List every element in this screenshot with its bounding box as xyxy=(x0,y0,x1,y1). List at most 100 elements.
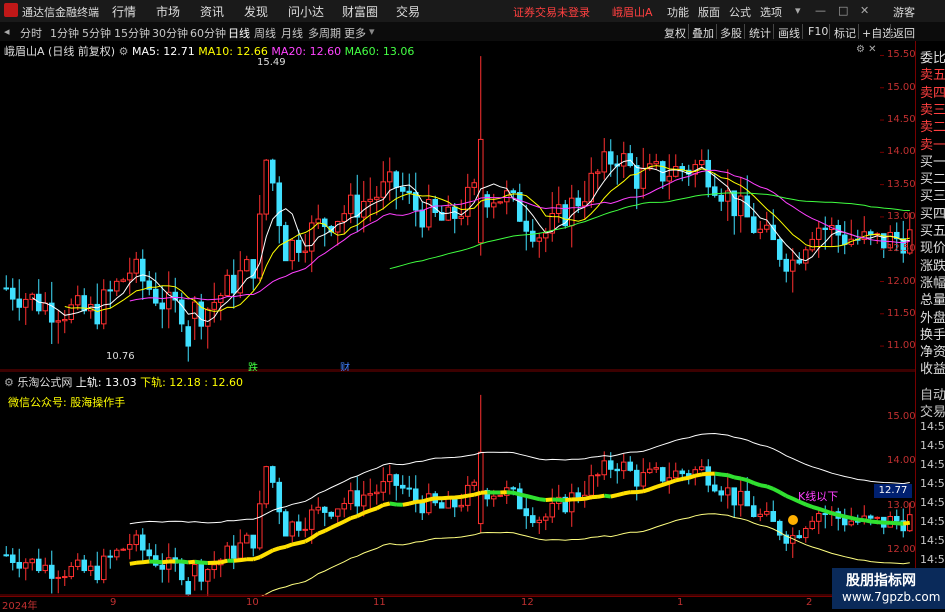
guest-label[interactable]: 游客 xyxy=(893,4,915,20)
side-item[interactable]: 买二 xyxy=(920,168,945,187)
tool-adjust[interactable]: 复权 xyxy=(664,25,686,41)
side-item[interactable]: 收益 xyxy=(920,358,945,377)
side-item[interactable]: 买四 xyxy=(920,203,945,222)
indicator-candle xyxy=(497,494,504,497)
period-weekly[interactable]: 周线 xyxy=(254,25,276,41)
menu-formula[interactable]: 公式 xyxy=(729,4,751,20)
indicator-candle xyxy=(698,466,705,471)
period-more[interactable]: 更多 xyxy=(344,25,366,41)
side-item[interactable]: 外盘 xyxy=(920,307,945,326)
candle xyxy=(347,194,354,215)
period-5min[interactable]: 5分钟 xyxy=(82,25,111,41)
side-item[interactable]: 总量 xyxy=(920,289,945,308)
date-label-feb: 2 xyxy=(806,597,813,608)
side-item[interactable]: 现价 xyxy=(920,237,945,256)
minimize-icon[interactable]: — xyxy=(815,4,826,17)
tool-overlay[interactable]: 叠加 xyxy=(692,25,714,41)
candle xyxy=(516,192,523,222)
candle xyxy=(776,239,783,260)
candle xyxy=(367,198,374,202)
indicator-settings-icon[interactable]: ⚙ xyxy=(4,376,14,389)
date-label-dec: 12 xyxy=(521,597,534,608)
period-monthly[interactable]: 月线 xyxy=(281,25,303,41)
side-item[interactable]: 净资 xyxy=(920,341,945,360)
menu-options[interactable]: 选项 xyxy=(760,4,782,20)
side-item[interactable]: 涨幅 xyxy=(920,272,945,291)
menu-quotes[interactable]: 行情 xyxy=(112,3,136,20)
menu-ask[interactable]: 问小达 xyxy=(288,3,324,20)
indicator-chart[interactable] xyxy=(0,371,915,596)
period-15min[interactable]: 15分钟 xyxy=(114,25,150,41)
candle xyxy=(159,302,166,310)
candle xyxy=(601,151,608,173)
period-tick[interactable]: 分时 xyxy=(20,25,42,41)
candle xyxy=(341,213,348,222)
window-min-icon[interactable]: ▾ xyxy=(795,4,801,17)
indicator-legend: ⚙ 乐淘公式网 上轨: 13.03 下轨: 12.18 : 12.60 xyxy=(4,374,243,390)
tool-f10[interactable]: F10 xyxy=(808,25,828,38)
candle xyxy=(659,161,666,182)
menu-function[interactable]: 功能 xyxy=(667,4,689,20)
period-multi[interactable]: 多周期 xyxy=(308,25,341,41)
menu-layout[interactable]: 版面 xyxy=(698,4,720,20)
candle xyxy=(523,220,530,232)
maximize-icon[interactable]: □ xyxy=(838,4,848,17)
indicator-candle xyxy=(315,506,322,511)
side-item[interactable]: 买五 xyxy=(920,220,945,239)
settings-icon[interactable]: ⚙ xyxy=(119,45,129,58)
close-icon[interactable]: ✕ xyxy=(860,4,869,17)
period-1min[interactable]: 1分钟 xyxy=(50,25,79,41)
side-item[interactable]: 买三 xyxy=(920,185,945,204)
side-item[interactable]: 卖二 xyxy=(920,116,945,135)
menu-trade[interactable]: 交易 xyxy=(396,3,420,20)
candle xyxy=(133,258,140,274)
menu-news[interactable]: 资讯 xyxy=(200,3,224,20)
menu-market[interactable]: 市场 xyxy=(156,3,180,20)
collapse-icon[interactable]: ◂ xyxy=(4,25,10,38)
side-item[interactable]: 卖一 xyxy=(920,134,945,153)
tool-multi-stock[interactable]: 多股 xyxy=(720,25,742,41)
indicator-candle xyxy=(594,474,601,477)
indicator-candle xyxy=(653,467,660,470)
indicator-candle xyxy=(737,490,744,506)
side-item[interactable]: 买一 xyxy=(920,151,945,170)
candle xyxy=(107,289,114,292)
period-60min[interactable]: 60分钟 xyxy=(190,25,226,41)
period-daily[interactable]: 日线 xyxy=(228,25,250,41)
dropdown-icon[interactable]: ▾ xyxy=(369,25,375,38)
candle xyxy=(9,287,16,300)
indicator-candle xyxy=(341,503,348,510)
tool-statistics[interactable]: 统计 xyxy=(749,25,771,41)
candle xyxy=(269,159,276,184)
tool-draw[interactable]: 画线 xyxy=(778,25,800,41)
side-item[interactable]: 卖五 xyxy=(920,64,945,83)
candle xyxy=(295,239,302,253)
tool-add-watchlist[interactable]: +自选 xyxy=(862,25,893,41)
quote-side-panel: 委比 卖五 卖四 卖三 卖二 卖一 买一 买二 买三 买四 买五 现价 涨跌 涨幅 总量 外盘 换手 净资 收益 自动… xyxy=(915,41,945,609)
indicator-candle xyxy=(16,561,23,569)
menu-discover[interactable]: 发现 xyxy=(244,3,268,20)
side-item[interactable]: 卖四 xyxy=(920,82,945,101)
candle xyxy=(763,224,770,230)
indicator-candle xyxy=(848,520,855,526)
indicator-candle xyxy=(178,562,185,581)
side-item[interactable]: 卖三 xyxy=(920,99,945,118)
indicator-candle xyxy=(211,564,218,571)
tool-mark[interactable]: 标记 xyxy=(834,25,856,41)
indicator-candle xyxy=(113,549,120,558)
chart-close-icon[interactable]: ⚙ ✕ xyxy=(856,44,877,55)
login-warning[interactable]: 证券交易未登录 xyxy=(513,4,590,20)
side-item[interactable]: 涨跌 xyxy=(920,255,945,274)
indicator-candle xyxy=(614,468,621,472)
watermark-title: 股朋指标网 xyxy=(846,573,916,589)
candlestick-chart[interactable] xyxy=(0,41,915,371)
side-item[interactable]: 委比 xyxy=(920,47,945,66)
indicator-candle xyxy=(74,559,81,567)
indicator-candle xyxy=(230,545,237,559)
side-item[interactable]: 换手 xyxy=(920,324,945,343)
side-lower-item[interactable]: 交易 xyxy=(920,401,945,420)
period-30min[interactable]: 30分钟 xyxy=(152,25,188,41)
tool-back[interactable]: 返回 xyxy=(893,25,915,41)
menu-wealth[interactable]: 财富圈 xyxy=(342,3,378,20)
candle xyxy=(770,224,777,241)
